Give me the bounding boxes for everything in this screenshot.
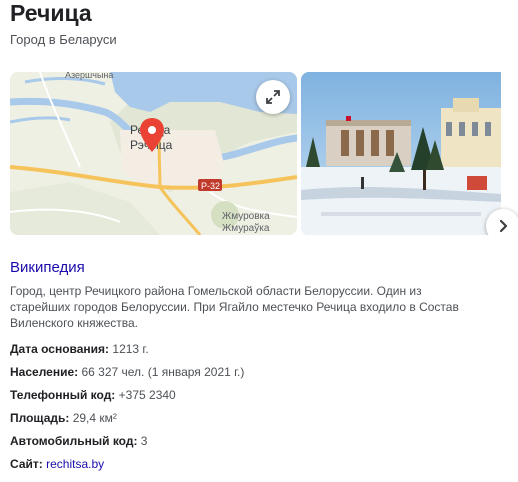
fact-founded: Дата основания: 1213 г. [10,342,149,356]
fact-key: Автомобильный код: [10,434,138,448]
fact-key: Население: [10,365,79,379]
fact-value: 3 [140,434,148,448]
map-road-label: Р-32 [201,181,220,191]
photo-next-button[interactable] [486,209,518,235]
map-label-village: Азершчына [65,72,113,80]
map-label-district-by: Жмураўка [222,222,270,234]
entity-title: Речица [10,0,92,26]
fact-key: Дата основания: [10,342,110,356]
map-thumbnail[interactable]: Азершчына Речица Рэчыца Р-32 Жмуровка Жм… [10,72,297,235]
fact-area: Площадь: 29,4 км² [10,411,117,425]
media-strip: Азершчына Речица Рэчыца Р-32 Жмуровка Жм… [10,72,518,235]
entity-description: Город, центр Речицкого района Гомельской… [10,284,459,330]
fact-key: Сайт: [10,457,43,471]
fact-car-code: Автомобильный код: 3 [10,434,147,448]
chevron-right-icon [499,219,508,233]
fact-value: 66 327 чел. (1 января 2021 г.) [81,365,245,379]
fact-website: Сайт: rechitsa.by [10,457,104,471]
fact-population: Население: 66 327 чел. (1 января 2021 г.… [10,365,244,379]
fact-key: Площадь: [10,411,70,425]
fact-value: 1213 г. [112,342,149,356]
fact-phone-code: Телефонный код: +375 2340 [10,388,176,402]
map-canvas: Азершчына Речица Рэчыца Р-32 Жмуровка Жм… [10,72,297,235]
fact-value: 29,4 км² [72,411,117,425]
city-photo-image [301,72,501,235]
website-link[interactable]: rechitsa.by [46,457,104,471]
fact-value: +375 2340 [118,388,176,402]
expand-icon [266,90,280,104]
entity-subtitle: Город в Беларуси [10,32,117,47]
fact-key: Телефонный код: [10,388,116,402]
city-photo[interactable] [301,72,501,235]
map-label-district: Жмуровка [222,211,270,222]
map-expand-button[interactable] [256,80,290,114]
wikipedia-source-link[interactable]: Википедия [10,259,85,276]
